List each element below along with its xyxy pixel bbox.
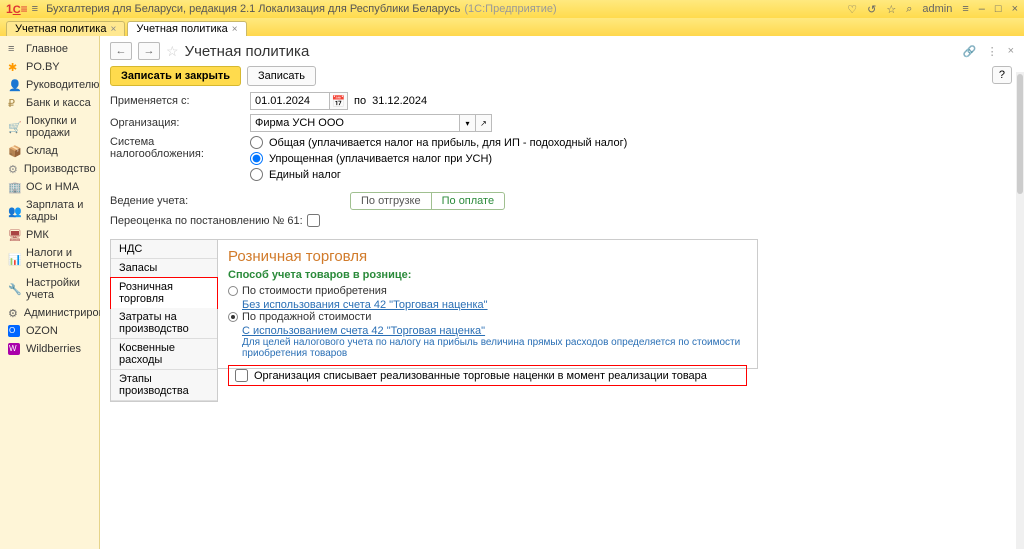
scrollbar[interactable] [1016,72,1024,549]
opt-cost-purchase[interactable]: По стоимости приобретения [228,285,747,297]
opt-sale-price[interactable]: По продажной стоимости [228,311,747,323]
pereoc-label: Переоценка по постановлению № 61: [110,215,303,227]
sidebar-zp[interactable]: 👥Зарплата и кадры [0,196,99,226]
save-button[interactable]: Записать [247,66,316,86]
sidebar: ≡Главное ✱PO.BY 👤Руководителю ₽Банк и ка… [0,36,100,549]
star-icon[interactable]: ☆ [886,3,896,16]
sidebar-nalogi[interactable]: 📊Налоги и отчетность [0,244,99,274]
vtab-zatraty[interactable]: Затраты на производство [111,308,217,339]
sidebar-sklad[interactable]: 📦Склад [0,142,99,160]
app-logo: 1C≡ [6,2,28,16]
favorite-icon[interactable]: ☆ [166,43,179,60]
org-label: Организация: [110,117,250,129]
org-input[interactable] [250,114,460,132]
nav-back-button[interactable]: ← [110,42,132,60]
sidebar-admin[interactable]: ⚙Администрирование [0,304,99,322]
sidebar-proizv[interactable]: ⚙Производство [0,160,99,178]
settings-icon[interactable]: ≡ [962,3,968,15]
sidebar-os[interactable]: 🏢ОС и НМА [0,178,99,196]
page-title: Учетная политика [185,43,310,60]
link-without-42[interactable]: Без использования счета 42 "Торговая нац… [242,299,747,311]
user-label[interactable]: admin [922,3,952,15]
tax-single-radio[interactable] [250,168,263,181]
app-title: Бухгалтерия для Беларуси, редакция 2.1 Л… [46,3,460,15]
tax-usn-radio[interactable] [250,152,263,165]
by-payment-option[interactable]: По оплате [432,193,504,209]
date-from-input[interactable] [250,92,330,110]
panel-title: Розничная торговля [228,248,747,265]
panel-sub: Способ учета товаров в рознице: [228,269,747,281]
vtab-nds[interactable]: НДС [111,240,217,259]
save-close-button[interactable]: Записать и закрыть [110,66,241,86]
link-with-42[interactable]: С использованием счета 42 "Торговая наце… [242,325,747,337]
org-open-icon[interactable]: ↗ [476,114,492,132]
sidebar-ozon[interactable]: OOZON [0,322,99,340]
vtab-zapasy[interactable]: Запасы [111,259,217,278]
panel-content: Розничная торговля Способ учета товаров … [218,239,758,369]
search-icon[interactable]: ⌕ [906,3,912,16]
burger-icon[interactable]: ≡ [32,3,38,15]
help-button[interactable]: ? [992,66,1012,84]
sidebar-bank[interactable]: ₽Банк и касса [0,94,99,112]
sidebar-ruk[interactable]: 👤Руководителю [0,76,99,94]
by-shipment-option[interactable]: По отгрузке [351,193,432,209]
minimize-icon[interactable]: – [979,3,985,15]
accounting-mode-segment: По отгрузке По оплате [350,192,505,210]
close-tab-icon[interactable]: × [232,24,238,35]
scroll-thumb[interactable] [1017,74,1023,194]
sidebar-wb[interactable]: WWildberries [0,340,99,358]
writeoff-label: Организация списывает реализованные торг… [254,370,707,382]
date-to-label: 31.12.2024 [372,95,427,107]
sidebar-main[interactable]: ≡Главное [0,40,99,58]
writeoff-checkbox-row: Организация списывает реализованные торг… [228,365,747,386]
po-label: по [354,95,366,107]
bell-icon[interactable]: ♡ [847,3,857,16]
sidebar-pokupki[interactable]: 🛒Покупки и продажи [0,112,99,142]
vedenie-label: Ведение учета: [110,195,250,207]
link-icon[interactable]: 🔗 [963,45,977,58]
vtab-etapy[interactable]: Этапы производства [111,370,217,401]
writeoff-checkbox[interactable] [235,369,248,382]
pereoc-checkbox[interactable] [307,214,320,227]
history-icon[interactable]: ↺ [867,3,876,16]
vertical-tabs: НДС Запасы Розничная торговля Затраты на… [110,239,218,402]
tax-general-radio[interactable] [250,136,263,149]
vtab-kosv[interactable]: Косвенные расходы [111,339,217,370]
close-page-icon[interactable]: × [1008,45,1014,58]
sidebar-nastr[interactable]: 🔧Настройки учета [0,274,99,304]
org-dropdown-icon[interactable]: ▾ [460,114,476,132]
calendar-icon[interactable]: 📅 [330,92,348,110]
nav-forward-button[interactable]: → [138,42,160,60]
applies-label: Применяется с: [110,95,250,107]
tab-1[interactable]: Учетная политика× [6,21,125,36]
close-window-icon[interactable]: × [1012,3,1018,15]
maximize-icon[interactable]: □ [995,3,1002,15]
sidebar-poby[interactable]: ✱PO.BY [0,58,99,76]
vtab-roznitsa[interactable]: Розничная торговля [110,277,218,309]
tab-2[interactable]: Учетная политика× [127,21,246,36]
sidebar-rmk[interactable]: 🖥РМК [0,226,99,244]
panel-note: Для целей налогового учета по налогу на … [242,337,747,359]
close-tab-icon[interactable]: × [110,24,116,35]
app-suffix: (1С:Предприятие) [464,3,556,15]
tax-label: Система налогообложения: [110,136,250,160]
more-icon[interactable]: ⋮ [987,45,998,58]
